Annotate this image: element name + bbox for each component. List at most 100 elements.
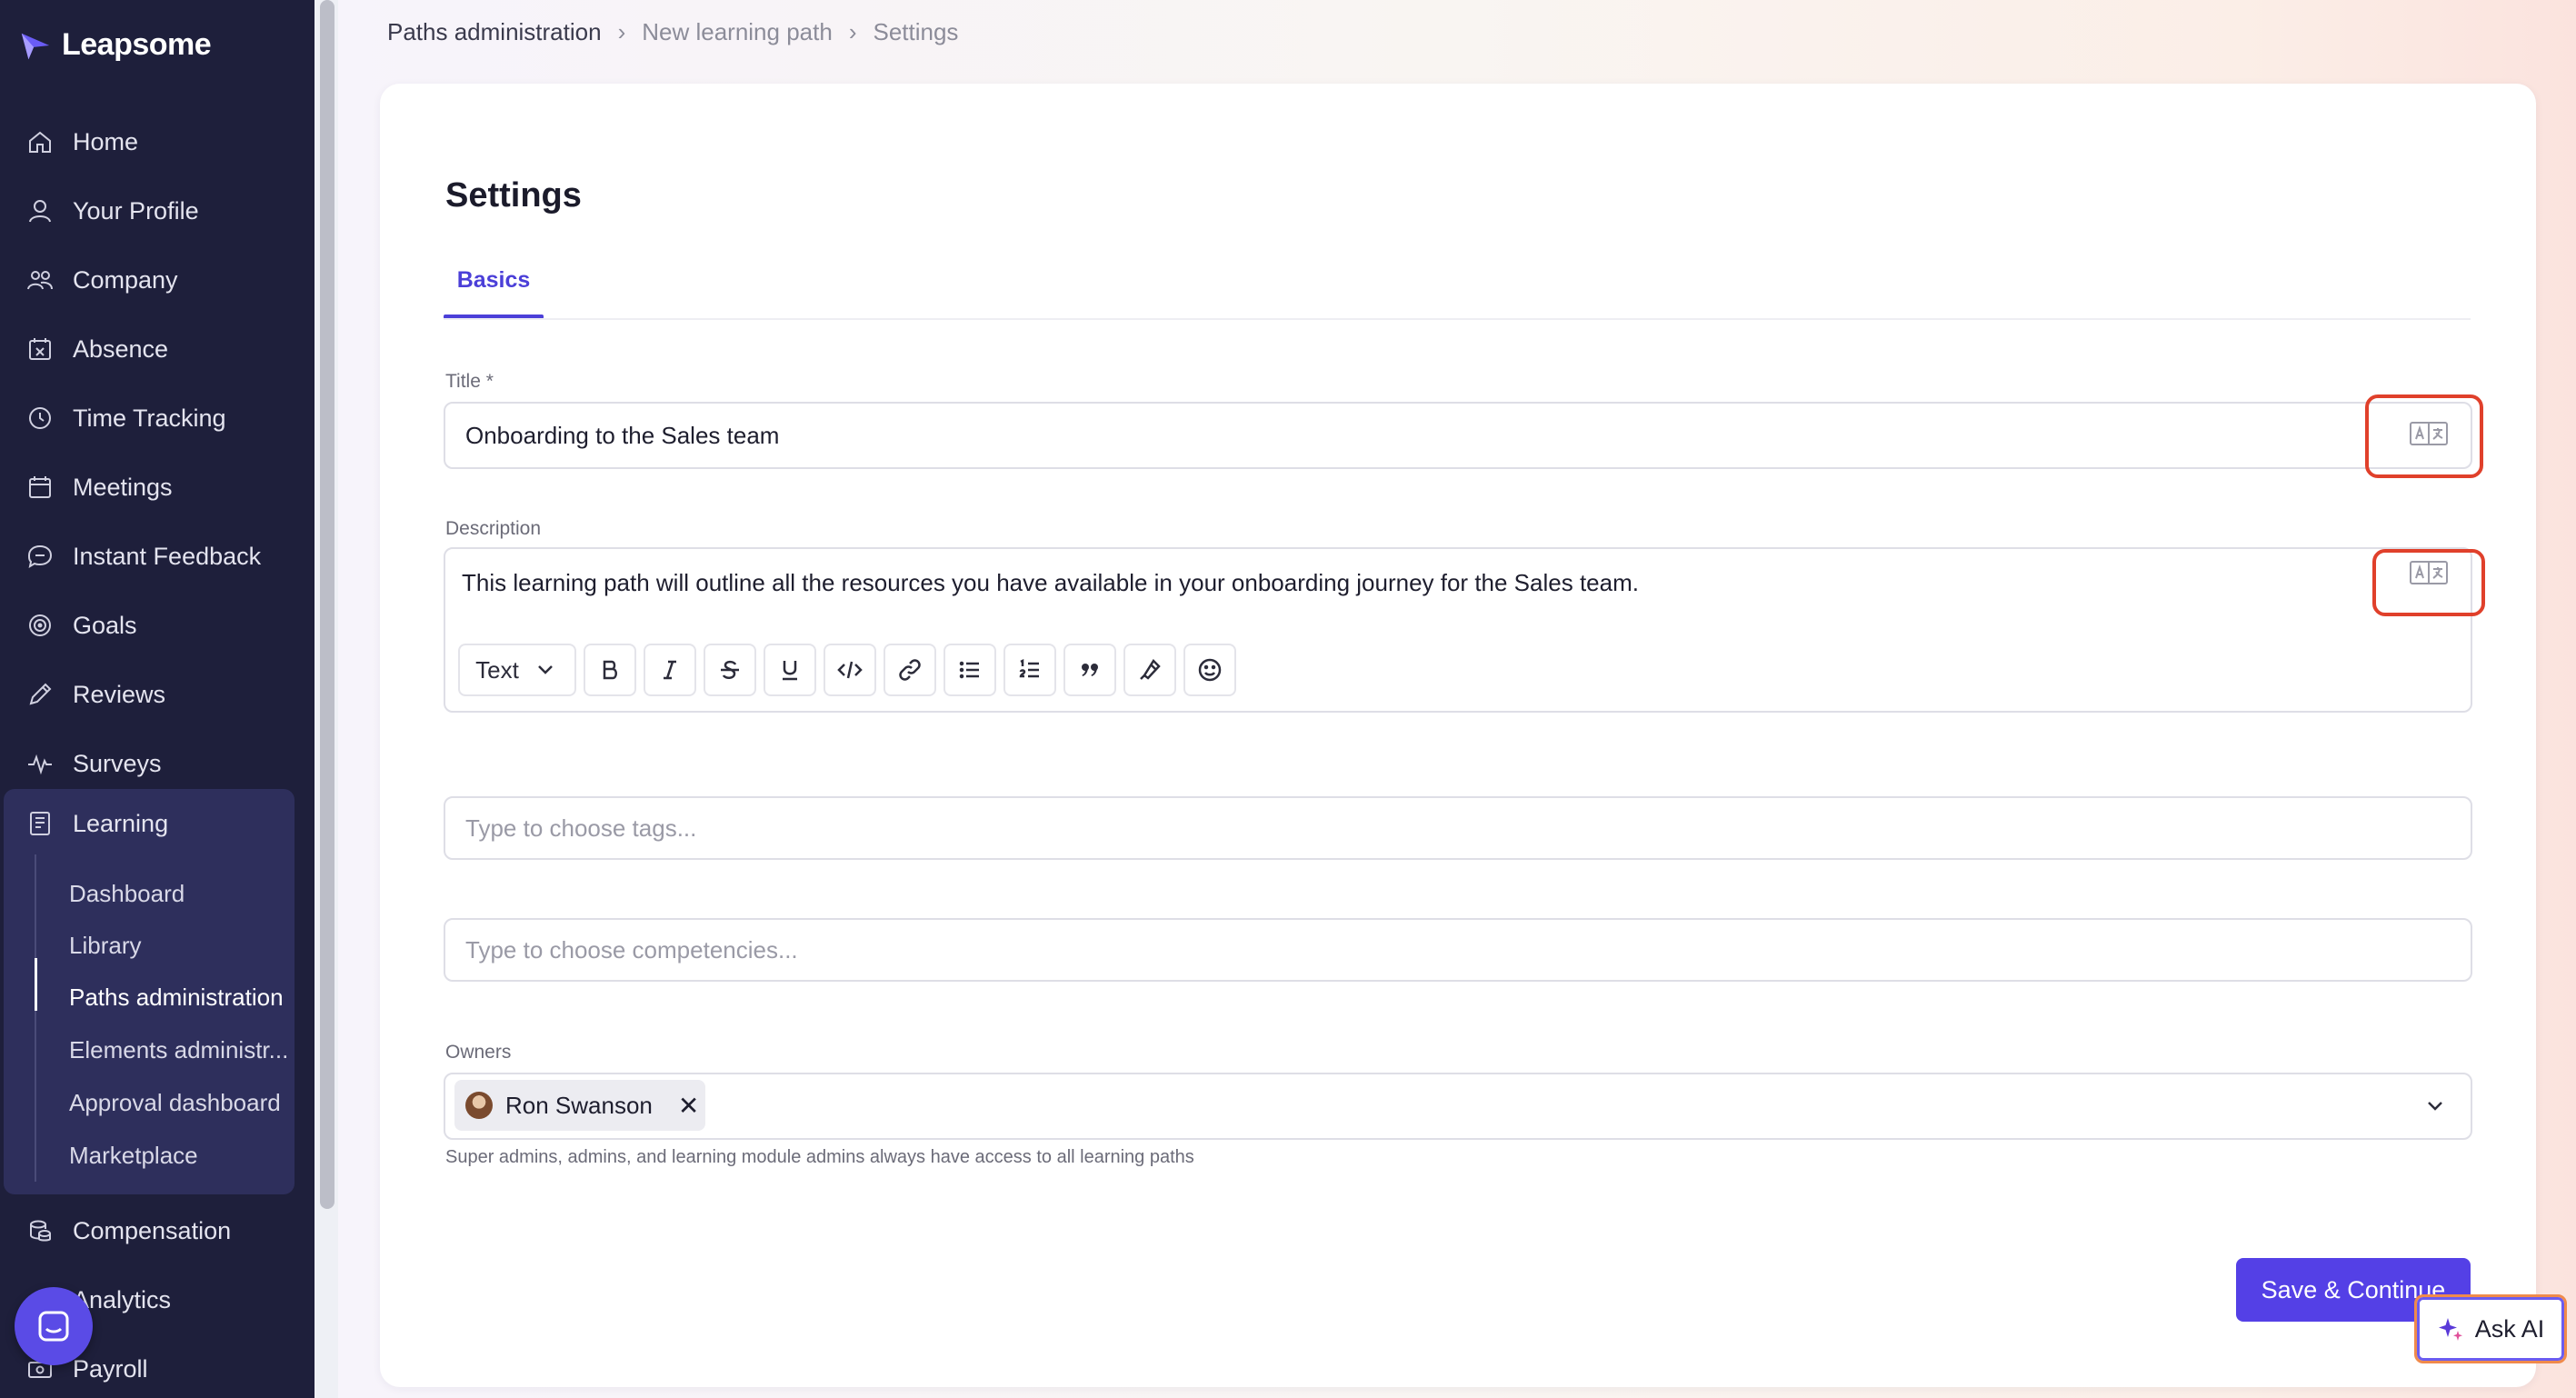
tags-input[interactable] (444, 796, 2472, 860)
description-translate-highlight (2372, 549, 2485, 616)
code-button[interactable] (824, 644, 876, 696)
sidebar-scrollbar-thumb[interactable] (320, 0, 334, 1209)
owner-chip-name: Ron Swanson (505, 1091, 653, 1119)
sidebar-item-label: Compensation (73, 1216, 232, 1244)
bold-button[interactable] (584, 644, 636, 696)
breadcrumb-item-settings: Settings (873, 18, 959, 45)
sidebar-item-surveys[interactable]: Surveys (0, 729, 315, 798)
home-icon (29, 131, 51, 153)
tab-basics[interactable]: Basics (444, 267, 544, 294)
description-label: Description (445, 518, 542, 539)
breadcrumb-item-new-learning-path[interactable]: New learning path (642, 18, 833, 46)
chevron-right-icon: › (617, 18, 626, 45)
italic-icon (664, 660, 676, 680)
strikethrough-button[interactable] (704, 644, 756, 696)
tab-divider (444, 318, 2471, 320)
leapsome-logo[interactable]: Leapsome (18, 27, 212, 63)
sidebar-item-absence[interactable]: Absence (0, 315, 315, 384)
people-icon (27, 271, 53, 290)
quote-icon (1082, 664, 1098, 676)
page-title: Settings (445, 176, 582, 215)
title-translate-highlight (2365, 394, 2483, 478)
link-button[interactable] (884, 644, 936, 696)
quote-button[interactable] (1063, 644, 1116, 696)
ask-ai-label: Ask AI (2474, 1314, 2545, 1343)
ask-ai-button[interactable]: Ask AI (2414, 1294, 2567, 1363)
sidebar-item-reviews[interactable]: Reviews (0, 660, 315, 729)
text-style-dropdown[interactable]: Text (458, 644, 576, 696)
code-icon (837, 661, 863, 679)
pulse-icon (28, 754, 52, 775)
chevron-down-icon[interactable] (2421, 1093, 2449, 1120)
sidebar-item-label: Payroll (73, 1354, 148, 1383)
text-style-label: Text (475, 655, 519, 684)
owners-select[interactable] (444, 1073, 2472, 1140)
bullet-list-icon (959, 661, 979, 679)
breadcrumb-item-paths-administration[interactable]: Paths administration (387, 18, 602, 46)
title-input-value: Onboarding to the Sales team (465, 422, 780, 449)
owners-label: Owners (445, 1042, 512, 1063)
sidebar-subitem-paths-administration[interactable]: Paths administration (69, 984, 296, 1012)
sidebar: Leapsome Home Your Profile Company Absen… (0, 0, 315, 1398)
sidebar-item-label: Absence (73, 335, 169, 363)
sidebar-item-instant-feedback[interactable]: Instant Feedback (0, 522, 315, 591)
italic-button[interactable] (644, 644, 696, 696)
sidebar-item-label: Company (73, 265, 178, 294)
sidebar-subitem-elements-administration[interactable]: Elements administr... (69, 1036, 296, 1064)
sidebar-item-label: Instant Feedback (73, 542, 262, 570)
bullet-list-button[interactable] (944, 644, 996, 696)
title-label: Title * (445, 371, 494, 392)
chevron-down-icon (537, 665, 553, 674)
clock-icon (29, 407, 51, 429)
link-icon (899, 659, 921, 681)
sidebar-item-learning[interactable]: Learning (25, 809, 168, 838)
chat-bubble-icon (38, 1311, 69, 1342)
coins-icon (30, 1220, 51, 1242)
sidebar-item-label: Home (73, 127, 139, 155)
sidebar-item-compensation[interactable]: Compensation (0, 1196, 315, 1265)
sparkle-icon (2438, 1318, 2462, 1341)
settings-card (380, 84, 2536, 1387)
sidebar-item-label: Learning (73, 809, 169, 837)
tags-input-placeholder: Type to choose tags... (465, 814, 697, 842)
strikethrough-icon (721, 660, 739, 679)
sidebar-subitem-dashboard[interactable]: Dashboard (69, 880, 296, 908)
leapsome-logo-icon (21, 33, 50, 59)
sidebar-item-label: Reviews (73, 680, 166, 708)
sidebar-subitem-marketplace[interactable]: Marketplace (69, 1142, 296, 1170)
underline-icon (783, 661, 797, 681)
sidebar-item-time-tracking[interactable]: Time Tracking (0, 384, 315, 453)
highlighter-icon (1140, 659, 1161, 680)
avatar (465, 1092, 493, 1119)
sidebar-item-goals[interactable]: Goals (0, 591, 315, 660)
highlight-button[interactable] (1123, 644, 1176, 696)
submenu-guide-line (35, 854, 36, 1182)
sidebar-item-your-profile[interactable]: Your Profile (0, 176, 315, 245)
submenu-active-indicator (35, 958, 37, 1011)
competencies-input-placeholder: Type to choose competencies... (465, 936, 798, 964)
owner-chip: Ron Swanson ✕ (454, 1080, 705, 1131)
sidebar-learning-group: Learning Dashboard Library Paths adminis… (4, 789, 295, 1194)
sidebar-item-meetings[interactable]: Meetings (0, 453, 315, 522)
description-editor-value: This learning path will outline all the … (462, 569, 1639, 596)
sidebar-item-company[interactable]: Company (0, 245, 315, 315)
app-name: Leapsome (62, 27, 212, 62)
book-icon (30, 812, 50, 835)
sidebar-subitem-approval-dashboard[interactable]: Approval dashboard (69, 1089, 296, 1117)
sidebar-item-home[interactable]: Home (0, 107, 315, 176)
intercom-chat-button[interactable] (15, 1287, 93, 1365)
sidebar-item-label: Your Profile (73, 196, 199, 225)
sidebar-item-label: Surveys (73, 749, 162, 777)
emoji-button[interactable] (1183, 644, 1236, 696)
pen-icon (29, 683, 52, 705)
remove-owner-icon[interactable]: ✕ (678, 1091, 699, 1121)
sidebar-subitem-library[interactable]: Library (69, 932, 296, 960)
emoji-icon (1198, 658, 1222, 682)
target-icon (29, 614, 51, 636)
chat-icon (27, 544, 53, 569)
numbered-list-button[interactable] (1003, 644, 1056, 696)
calendar-icon (29, 476, 51, 498)
calendar-x-icon (29, 338, 51, 360)
sidebar-item-label: Goals (73, 611, 137, 639)
underline-button[interactable] (764, 644, 816, 696)
